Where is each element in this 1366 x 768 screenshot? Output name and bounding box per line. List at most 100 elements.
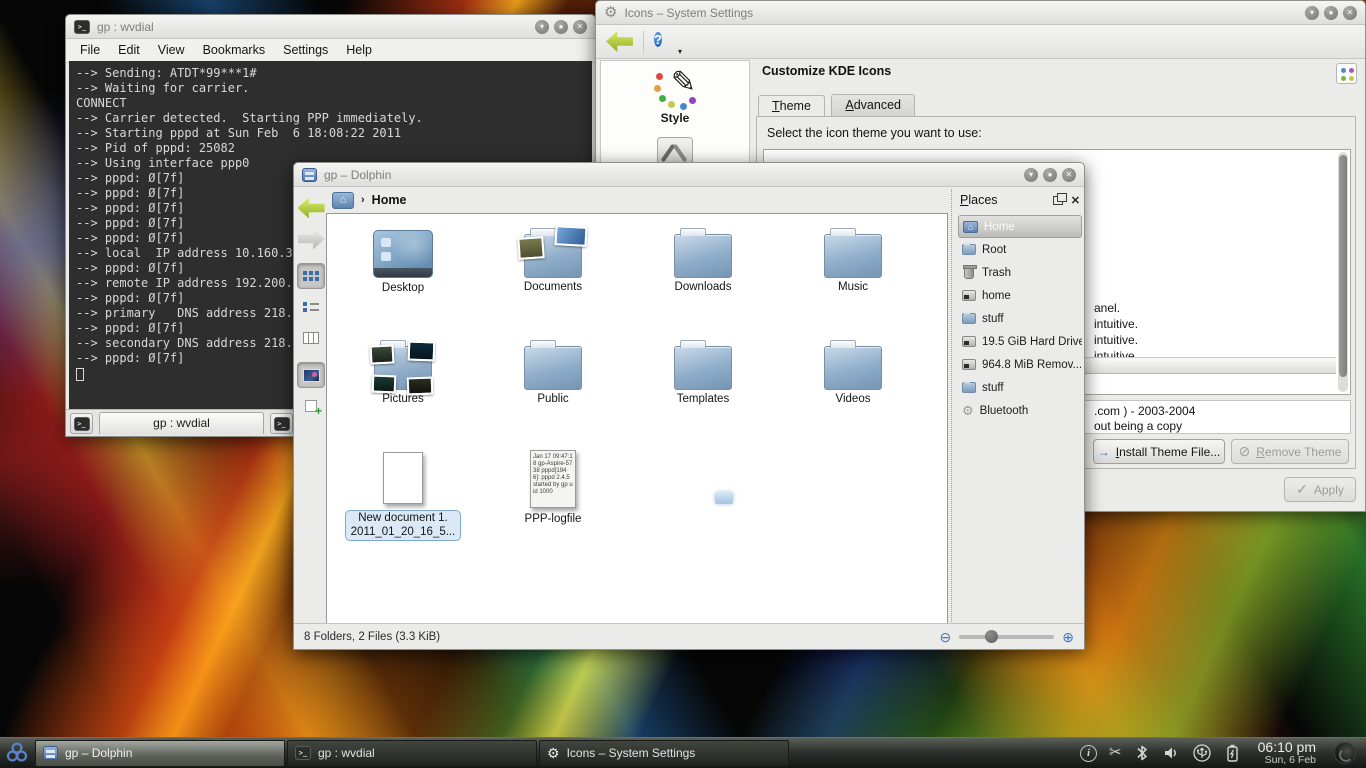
menu-help[interactable]: Help xyxy=(346,43,372,57)
menu-file[interactable]: File xyxy=(80,43,100,57)
places-item-removable[interactable]: 964.8 MiB Remov... xyxy=(958,353,1082,376)
clock-date: Sun, 6 Feb xyxy=(1258,755,1316,767)
maximize-button[interactable]: ● xyxy=(554,20,568,34)
konsole-titlebar[interactable]: >_ gp : wvdial ▾ ● ✕ xyxy=(66,15,595,39)
scrollbar[interactable] xyxy=(1338,152,1348,392)
select-theme-label: Select the icon theme you want to use: xyxy=(767,126,982,140)
folder-item[interactable]: Videos xyxy=(778,334,928,446)
detach-panel-icon[interactable] xyxy=(1053,196,1063,205)
minimize-button[interactable]: ▾ xyxy=(535,20,549,34)
folder-item[interactable]: Downloads xyxy=(628,222,778,334)
close-panel-icon[interactable]: ✕ xyxy=(1071,194,1080,207)
sidebar-item-style[interactable]: ✎ Style xyxy=(601,67,749,125)
tab-advanced[interactable]: Advanced xyxy=(831,94,915,116)
zoom-slider-thumb[interactable] xyxy=(985,630,998,643)
clock[interactable]: 06:10 pm Sun, 6 Feb xyxy=(1252,740,1322,767)
bluetooth-icon: ⚙ xyxy=(962,404,974,417)
split-view-button[interactable]: + xyxy=(297,393,325,419)
konsole-tab[interactable]: gp : wvdial xyxy=(99,412,264,434)
dolphin-file-view[interactable]: Desktop Documents Downloads Music Pictur… xyxy=(326,213,948,626)
places-item-bluetooth[interactable]: ⚙Bluetooth xyxy=(958,399,1082,422)
maximize-button[interactable]: ● xyxy=(1043,168,1057,182)
dolphin-titlebar[interactable]: gp – Dolphin ▾ ● ✕ xyxy=(294,163,1084,187)
desktop-folder-icon xyxy=(373,230,433,278)
minimize-button[interactable]: ▾ xyxy=(1024,168,1038,182)
folder-icon xyxy=(962,313,976,324)
folder-item[interactable]: Desktop xyxy=(328,222,478,334)
home-icon: ⌂ xyxy=(963,221,978,233)
bluetooth-icon[interactable] xyxy=(1134,744,1150,762)
menu-view[interactable]: View xyxy=(158,43,185,57)
status-text: 8 Folders, 2 Files (3.3 KiB) xyxy=(304,631,440,643)
close-button[interactable]: ✕ xyxy=(1343,6,1357,20)
new-tab-button[interactable]: >_ xyxy=(70,413,93,434)
menu-settings[interactable]: Settings xyxy=(283,43,328,57)
file-item[interactable]: Jan 17 09:47:18 gp-Aspire-5738 pppd[1946… xyxy=(478,446,628,558)
close-button[interactable]: ✕ xyxy=(573,20,587,34)
help-button[interactable]: ? ▾ xyxy=(654,30,678,54)
places-item-trash[interactable]: Trash xyxy=(958,261,1082,284)
terminal-icon: >_ xyxy=(74,20,90,34)
minimize-button[interactable]: ▾ xyxy=(1305,6,1319,20)
places-item-root[interactable]: Root xyxy=(958,238,1082,261)
folder-icon xyxy=(824,234,882,278)
back-button[interactable] xyxy=(297,195,325,221)
pictures-folder-icon xyxy=(374,346,432,390)
syset-title: Icons – System Settings xyxy=(624,6,753,20)
tab-theme[interactable]: Theme xyxy=(758,95,825,117)
task-dolphin[interactable]: gp – Dolphin xyxy=(35,740,285,767)
info-tray-icon[interactable]: i xyxy=(1080,745,1097,762)
remove-theme-button[interactable]: ⊘ Remove Theme xyxy=(1231,439,1349,464)
app-launcher-button[interactable] xyxy=(0,738,34,768)
dolphin-icon xyxy=(43,746,58,760)
zoom-out-icon[interactable]: ⊖ xyxy=(940,630,952,644)
places-item-hard-drive[interactable]: 19.5 GiB Hard Drive xyxy=(958,330,1082,353)
gear-icon: ⚙ xyxy=(547,746,560,761)
gear-icon: ⚙ xyxy=(604,5,617,20)
help-icon: ? xyxy=(654,32,662,47)
panel-cashew-icon[interactable] xyxy=(1334,742,1356,764)
columns-view-button[interactable] xyxy=(297,325,325,351)
logfile-preview-icon: Jan 17 09:47:18 gp-Aspire-5738 pppd[1946… xyxy=(530,450,576,508)
scrollbar-thumb[interactable] xyxy=(1339,155,1347,377)
close-button[interactable]: ✕ xyxy=(1062,168,1076,182)
folder-item[interactable]: Music xyxy=(778,222,928,334)
places-item-home-partition[interactable]: home xyxy=(958,284,1082,307)
places-item-stuff2[interactable]: stuff xyxy=(958,376,1082,399)
preview-button[interactable] xyxy=(297,362,325,388)
install-theme-button[interactable]: → Install Theme File... xyxy=(1093,439,1225,464)
task-wvdial[interactable]: >_ gp : wvdial xyxy=(287,740,537,767)
icons-view-button[interactable] xyxy=(297,263,325,289)
home-icon[interactable]: ⌂ xyxy=(332,192,354,209)
apply-button[interactable]: ✓ Apply xyxy=(1284,477,1356,502)
zoom-in-icon[interactable]: ⊕ xyxy=(1062,630,1074,644)
theme-list-text: anel. intuitive. intuitive. intuitive. xyxy=(1094,300,1138,364)
back-icon[interactable] xyxy=(606,31,633,52)
tab-list-button[interactable]: >_ xyxy=(270,413,293,434)
zoom-slider[interactable] xyxy=(959,635,1054,639)
breadcrumb-home[interactable]: Home xyxy=(372,193,407,207)
folder-item[interactable]: Public xyxy=(478,334,628,446)
syset-titlebar[interactable]: ⚙ Icons – System Settings ▾ ● ✕ xyxy=(596,1,1365,25)
remove-icon: ⊘ xyxy=(1239,443,1251,460)
forward-button[interactable] xyxy=(297,226,325,252)
places-item-home[interactable]: ⌂Home xyxy=(958,215,1082,238)
places-item-stuff[interactable]: stuff xyxy=(958,307,1082,330)
battery-icon[interactable] xyxy=(1224,743,1240,763)
folder-item[interactable]: Templates xyxy=(628,334,778,446)
maximize-button[interactable]: ● xyxy=(1324,6,1338,20)
klipper-scissors-icon[interactable]: ✂ xyxy=(1109,744,1122,762)
folder-item[interactable]: Pictures xyxy=(328,334,478,446)
trisquel-logo-icon xyxy=(4,740,30,766)
details-view-button[interactable] xyxy=(297,294,325,320)
menu-edit[interactable]: Edit xyxy=(118,43,140,57)
folder-item[interactable]: Documents xyxy=(478,222,628,334)
file-item-selected[interactable]: New document 1.2011_01_20_16_5... xyxy=(328,446,478,558)
chevron-right-icon: › xyxy=(361,194,365,206)
task-label: Icons – System Settings xyxy=(567,746,696,760)
usb-device-icon[interactable] xyxy=(1192,744,1212,762)
menu-bookmarks[interactable]: Bookmarks xyxy=(203,43,266,57)
volume-icon[interactable] xyxy=(1162,744,1180,762)
folder-label: Templates xyxy=(628,393,778,405)
task-system-settings[interactable]: ⚙ Icons – System Settings xyxy=(539,740,789,767)
